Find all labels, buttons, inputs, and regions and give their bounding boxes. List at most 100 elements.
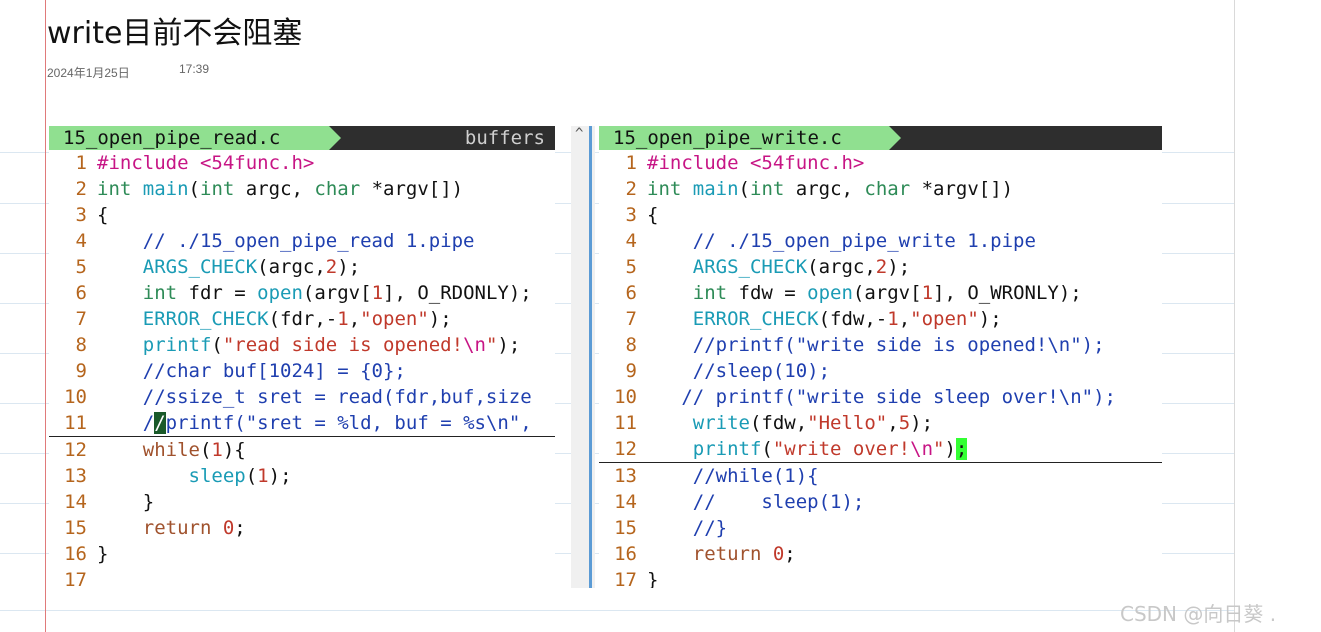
code-token: 2	[325, 256, 338, 278]
code-line[interactable]: 13 //while(1){	[599, 463, 1162, 489]
line-number: 13	[614, 465, 637, 487]
code-line[interactable]: 1 #include <54func.h>	[599, 150, 1162, 176]
code-token: int	[750, 178, 785, 200]
code-line[interactable]: 4 // ./15_open_pipe_read 1.pipe	[49, 228, 555, 254]
code-token: (fdr,-	[268, 308, 338, 330]
tab-15-open-pipe-read[interactable]: 15_open_pipe_read.c	[49, 126, 329, 150]
code-token: {	[97, 204, 109, 226]
line-number: 14	[614, 491, 637, 513]
code-line[interactable]: 2 int main(int argc, char *argv[])	[599, 176, 1162, 202]
code-line[interactable]: 4 // ./15_open_pipe_write 1.pipe	[599, 228, 1162, 254]
code-line[interactable]: 16 return 0;	[599, 541, 1162, 567]
code-token: while	[97, 439, 200, 461]
code-token: );	[268, 465, 292, 487]
code-line[interactable]: 3{	[49, 202, 555, 228]
code-line[interactable]: 13 sleep(1);	[49, 463, 555, 489]
code-token: "read side is opened!	[222, 334, 464, 356]
code-token: // ./15_open_pipe_write 1.pipe	[647, 230, 1036, 252]
code-token: open	[807, 282, 853, 304]
code-line[interactable]: 6 int fdr = open(argv[1], O_RDONLY);	[49, 280, 555, 306]
code-line[interactable]: 5 ARGS_CHECK(argc,2);	[599, 254, 1162, 280]
code-token: //char buf[1024] = {0};	[97, 360, 406, 382]
code-token: int	[97, 282, 178, 304]
margin-line	[45, 0, 46, 632]
code-line[interactable]: 8 //printf("write side is opened!\n");	[599, 332, 1162, 358]
code-token: \n	[463, 334, 486, 356]
left-code-area[interactable]: 1 #include <54func.h> 2 int main(int argc, …	[49, 150, 555, 588]
line-text: ERROR_CHECK(fdr,-1,"open");	[87, 306, 452, 332]
code-line[interactable]: 3{	[599, 202, 1162, 228]
right-editor-pane[interactable]: 15_open_pipe_write.c 1 #include <54func.h…	[599, 126, 1162, 588]
code-token: \n	[910, 438, 934, 460]
code-token: (	[738, 178, 750, 200]
code-line[interactable]: 1 #include <54func.h>	[49, 150, 555, 176]
code-token: (	[761, 438, 773, 460]
line-number: 16	[64, 543, 87, 565]
code-token: 1	[887, 308, 899, 330]
code-line[interactable]: 17}	[599, 567, 1162, 588]
split-marker: ^	[575, 126, 584, 142]
line-number: 16	[614, 543, 637, 565]
code-line[interactable]: 12 while(1){	[49, 437, 555, 463]
code-token: main	[692, 178, 739, 200]
line-number: 7	[75, 308, 87, 330]
code-line[interactable]: 6 int fdw = open(argv[1], O_WRONLY);	[599, 280, 1162, 306]
code-line[interactable]: 14 }	[49, 489, 555, 515]
line-number: 2	[625, 178, 637, 200]
code-line[interactable]: 9 //char buf[1024] = {0};	[49, 358, 555, 384]
code-token: )	[944, 438, 956, 460]
tab-arrow	[329, 126, 341, 150]
line-number: 4	[75, 230, 87, 252]
code-token: (argc,	[807, 256, 876, 278]
code-token: /	[97, 412, 155, 434]
line-number: 1	[625, 152, 637, 174]
code-token: 2	[875, 256, 888, 278]
code-line-cursor[interactable]: 11 //printf("sret = %ld, buf = %s\n",	[49, 410, 555, 437]
code-token: "open"	[910, 308, 979, 330]
code-token: printf	[97, 334, 212, 356]
code-line[interactable]: 10 //ssize_t sret = read(fdr,buf,size	[49, 384, 555, 410]
tab-15-open-pipe-write[interactable]: 15_open_pipe_write.c	[599, 126, 889, 150]
tab-label: 15_open_pipe_read.c	[63, 127, 281, 149]
code-token: *argv[])	[910, 178, 1014, 200]
code-line[interactable]: 17	[49, 567, 555, 588]
line-number: 8	[625, 334, 637, 356]
code-token: );	[887, 256, 911, 278]
code-token: (	[245, 465, 258, 487]
code-token: 0	[772, 543, 785, 565]
code-token: 1	[337, 308, 349, 330]
code-token: // printf("write side sleep over!\n");	[647, 386, 1116, 408]
code-line[interactable]: 15 //}	[599, 515, 1162, 541]
code-token: int	[200, 178, 235, 200]
code-line[interactable]: 2 int main(int argc, char *argv[])	[49, 176, 555, 202]
code-line[interactable]: 14 // sleep(1);	[599, 489, 1162, 515]
vertical-split-separator[interactable]: ^	[571, 126, 595, 588]
code-token: (argc,	[257, 256, 326, 278]
code-line[interactable]: 10 // printf("write side sleep over!\n")…	[599, 384, 1162, 410]
line-number: 5	[625, 256, 637, 278]
code-line[interactable]: 5 ARGS_CHECK(argc,2);	[49, 254, 555, 280]
line-text: return 0;	[87, 515, 246, 541]
line-text: printf("read side is opened!\n");	[87, 332, 521, 358]
left-editor-pane[interactable]: 15_open_pipe_read.c buffers 1 #include <5…	[49, 126, 555, 588]
code-line[interactable]: 9 //sleep(10);	[599, 358, 1162, 384]
right-code-area[interactable]: 1 #include <54func.h> 2 int main(int argc, …	[599, 150, 1162, 588]
code-line[interactable]: 7 ERROR_CHECK(fdw,-1,"open");	[599, 306, 1162, 332]
code-line[interactable]: 7 ERROR_CHECK(fdr,-1,"open");	[49, 306, 555, 332]
code-line-cursor[interactable]: 12 printf("write over!\n");	[599, 436, 1162, 463]
line-number: 15	[614, 517, 637, 539]
code-token: 1	[371, 282, 384, 304]
code-token: //sleep(10);	[647, 360, 831, 382]
code-line[interactable]: 16}	[49, 541, 555, 567]
code-line[interactable]: 8 printf("read side is opened!\n");	[49, 332, 555, 358]
code-token: main	[142, 178, 189, 200]
line-text: //printf("write side is opened!\n");	[637, 332, 1105, 358]
code-line[interactable]: 11 write(fdw,"Hello",5);	[599, 410, 1162, 436]
line-number: 9	[625, 360, 637, 382]
code-line[interactable]: 15 return 0;	[49, 515, 555, 541]
line-text: //ssize_t sret = read(fdr,buf,size	[87, 384, 532, 410]
code-token: (fdw,-	[818, 308, 888, 330]
buffers-label[interactable]: buffers	[465, 126, 545, 150]
